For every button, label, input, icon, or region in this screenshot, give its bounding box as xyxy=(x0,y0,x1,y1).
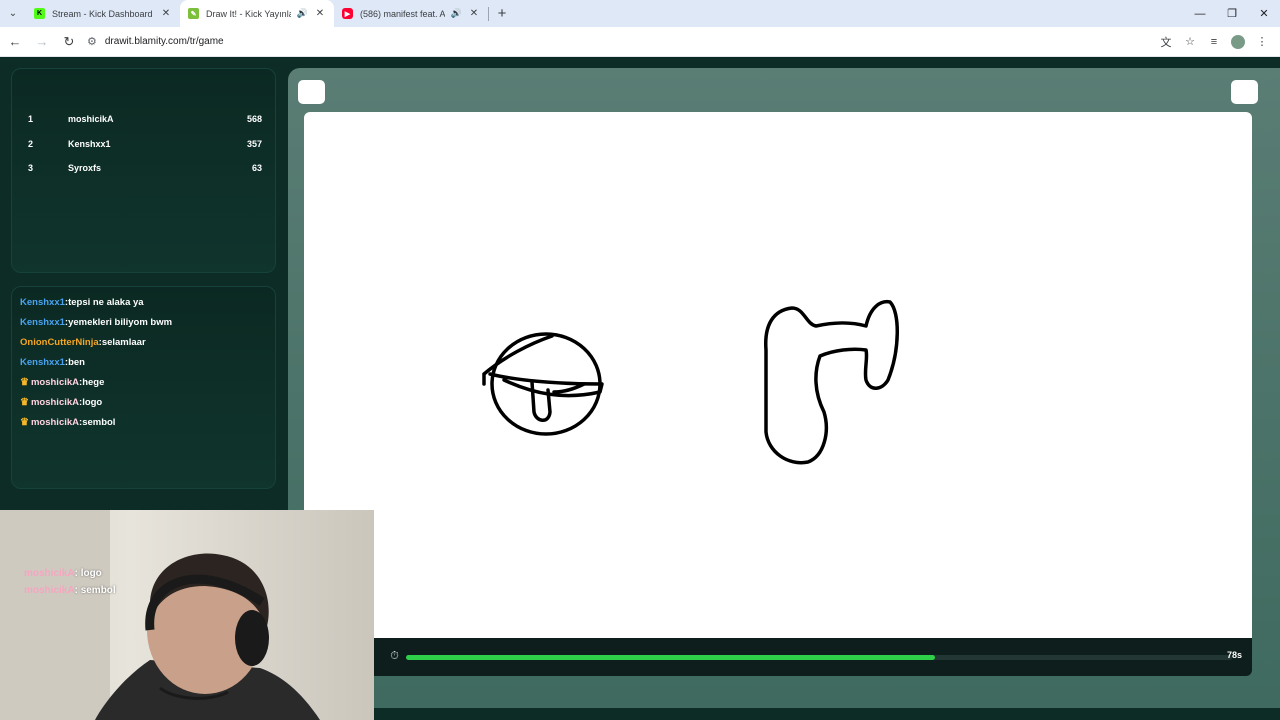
panel-left-button[interactable] xyxy=(298,80,325,104)
close-window-icon[interactable]: ✕ xyxy=(1248,0,1280,27)
site-info-icon[interactable]: ⚙ xyxy=(87,35,97,48)
drawing-canvas[interactable] xyxy=(304,112,1252,638)
overlay-username: moshicikA xyxy=(24,568,75,579)
chat-message: ♛ moshicikA: logo xyxy=(20,396,103,408)
chat-text: selamlaar xyxy=(101,336,146,348)
reload-icon[interactable]: ↻ xyxy=(57,30,81,54)
leaderboard-row: 1 moshicikA 568 xyxy=(28,111,262,127)
chat-username: Kenshxx1 xyxy=(20,316,65,328)
chat-text: ben xyxy=(68,356,85,368)
webcam-chat-overlay-line: moshicikA: sembol xyxy=(24,585,116,596)
drawit-favicon-icon: ✎ xyxy=(188,8,199,19)
chat-username: moshicikA xyxy=(30,376,80,388)
panel-right-button[interactable] xyxy=(1231,80,1258,104)
tab-title: Stream - Kick Dashboard xyxy=(52,8,153,19)
bookmark-star-icon[interactable]: ☆ xyxy=(1178,30,1202,54)
translate-icon[interactable]: 文 xyxy=(1154,30,1178,54)
tab-search-chevron-icon[interactable]: ⌄ xyxy=(0,0,26,27)
speaker-icon[interactable]: 🔊 xyxy=(297,8,308,19)
timer-progress-fill xyxy=(406,655,935,660)
reading-list-icon[interactable]: ≡ xyxy=(1202,30,1226,54)
forward-arrow-icon[interactable]: → xyxy=(30,30,54,54)
overlay-username: moshicikA xyxy=(24,585,75,596)
window-controls: — ❐ ✕ xyxy=(1184,0,1280,27)
round-timer-bar: ⏱ 78s xyxy=(304,638,1252,676)
leaderboard-row: 3 Syroxfs 63 xyxy=(28,160,262,176)
timer-progress-track xyxy=(406,655,1232,660)
crown-icon: ♛ xyxy=(20,396,29,408)
chat-text: logo xyxy=(82,396,103,408)
more-menu-icon[interactable]: ⋮ xyxy=(1250,30,1274,54)
player-score: 568 xyxy=(246,114,262,124)
crown-icon: ♛ xyxy=(20,376,29,388)
chat-message: Kenshxx1: tepsi ne alaka ya xyxy=(20,296,144,308)
player-name: Syroxfs xyxy=(68,163,102,173)
profile-avatar-icon[interactable] xyxy=(1231,34,1245,49)
chat-message: Kenshxx1: ben xyxy=(20,356,85,368)
player-name: moshicikA xyxy=(68,114,114,124)
chat-text: hege xyxy=(82,376,105,388)
chat-message: ♛ moshicikA: sembol xyxy=(20,416,116,428)
chat-message: OnionCutterNinja: selamlaar xyxy=(20,336,146,348)
chat-username: Kenshxx1 xyxy=(20,296,65,308)
chat-text: yemekleri biliyom bwm xyxy=(68,316,173,328)
minimize-icon[interactable]: — xyxy=(1184,0,1216,27)
chat-username: OnionCutterNinja xyxy=(20,336,99,348)
timer-seconds: 78s xyxy=(1226,650,1242,660)
chat-message: Kenshxx1: yemekleri biliyom bwm xyxy=(20,316,173,328)
chat-text: sembol xyxy=(82,416,116,428)
streamer-silhouette xyxy=(0,510,320,720)
player-score: 357 xyxy=(246,139,262,149)
chat-username: moshicikA xyxy=(30,396,80,408)
chat-panel[interactable]: Kenshxx1: tepsi ne alaka ya Kenshxx1: yeme… xyxy=(11,286,276,489)
back-arrow-icon[interactable]: ← xyxy=(3,30,27,54)
rank: 1 xyxy=(28,114,34,124)
close-tab-icon[interactable]: ✕ xyxy=(468,8,480,19)
close-tab-icon[interactable]: ✕ xyxy=(314,8,326,19)
youtube-favicon-icon: ▶ xyxy=(342,8,353,19)
speaker-icon[interactable]: 🔊 xyxy=(451,8,462,19)
crown-icon: ♛ xyxy=(20,416,29,428)
streamer-webcam: moshicikA: logo moshicikA: sembol xyxy=(0,510,374,720)
new-tab-button[interactable]: + xyxy=(489,0,515,27)
leaderboard: 1 moshicikA 568 2 Kenshxx1 357 3 Syroxfs… xyxy=(11,68,276,273)
tab-youtube-manifest[interactable]: ▶ (586) manifest feat. Arem & 🔊 ✕ xyxy=(334,0,488,27)
drawing-strokes xyxy=(482,299,899,465)
rank: 2 xyxy=(28,139,34,149)
browser-toolbar: ← → ↻ ⚙ drawit.blamity.com/tr/game 文 ☆ ≡… xyxy=(0,27,1280,57)
chat-username: Kenshxx1 xyxy=(20,356,65,368)
kick-favicon-icon: K xyxy=(34,8,45,19)
rank: 3 xyxy=(28,163,34,173)
webcam-chat-overlay-line: moshicikA: logo xyxy=(24,568,102,579)
player-score: 63 xyxy=(251,163,262,173)
tab-title: (586) manifest feat. Arem & xyxy=(360,8,445,19)
address-bar[interactable]: ⚙ drawit.blamity.com/tr/game xyxy=(87,30,1154,54)
game-panel: ⏱ 78s xyxy=(288,68,1280,708)
browser-tabstrip: ⌄ K Stream - Kick Dashboard ✕ ✎ Draw It!… xyxy=(0,0,1280,27)
player-name: Kenshxx1 xyxy=(68,139,111,149)
tab-kick-dashboard[interactable]: K Stream - Kick Dashboard ✕ xyxy=(26,0,180,27)
close-tab-icon[interactable]: ✕ xyxy=(160,8,172,19)
overlay-text: logo xyxy=(80,568,102,579)
tab-draw-it[interactable]: ✎ Draw It! - Kick Yayınları İçin 🔊 ✕ xyxy=(180,0,334,27)
chat-text: tepsi ne alaka ya xyxy=(68,296,144,308)
chat-username: moshicikA xyxy=(30,416,80,428)
tab-title: Draw It! - Kick Yayınları İçin xyxy=(206,8,291,19)
stopwatch-icon: ⏱ xyxy=(390,650,399,662)
restore-icon[interactable]: ❐ xyxy=(1216,0,1248,27)
chat-message: ♛ moshicikA: hege xyxy=(20,376,105,388)
overlay-text: sembol xyxy=(80,585,116,596)
url-text: drawit.blamity.com/tr/game xyxy=(104,36,224,47)
leaderboard-row: 2 Kenshxx1 357 xyxy=(28,136,262,152)
